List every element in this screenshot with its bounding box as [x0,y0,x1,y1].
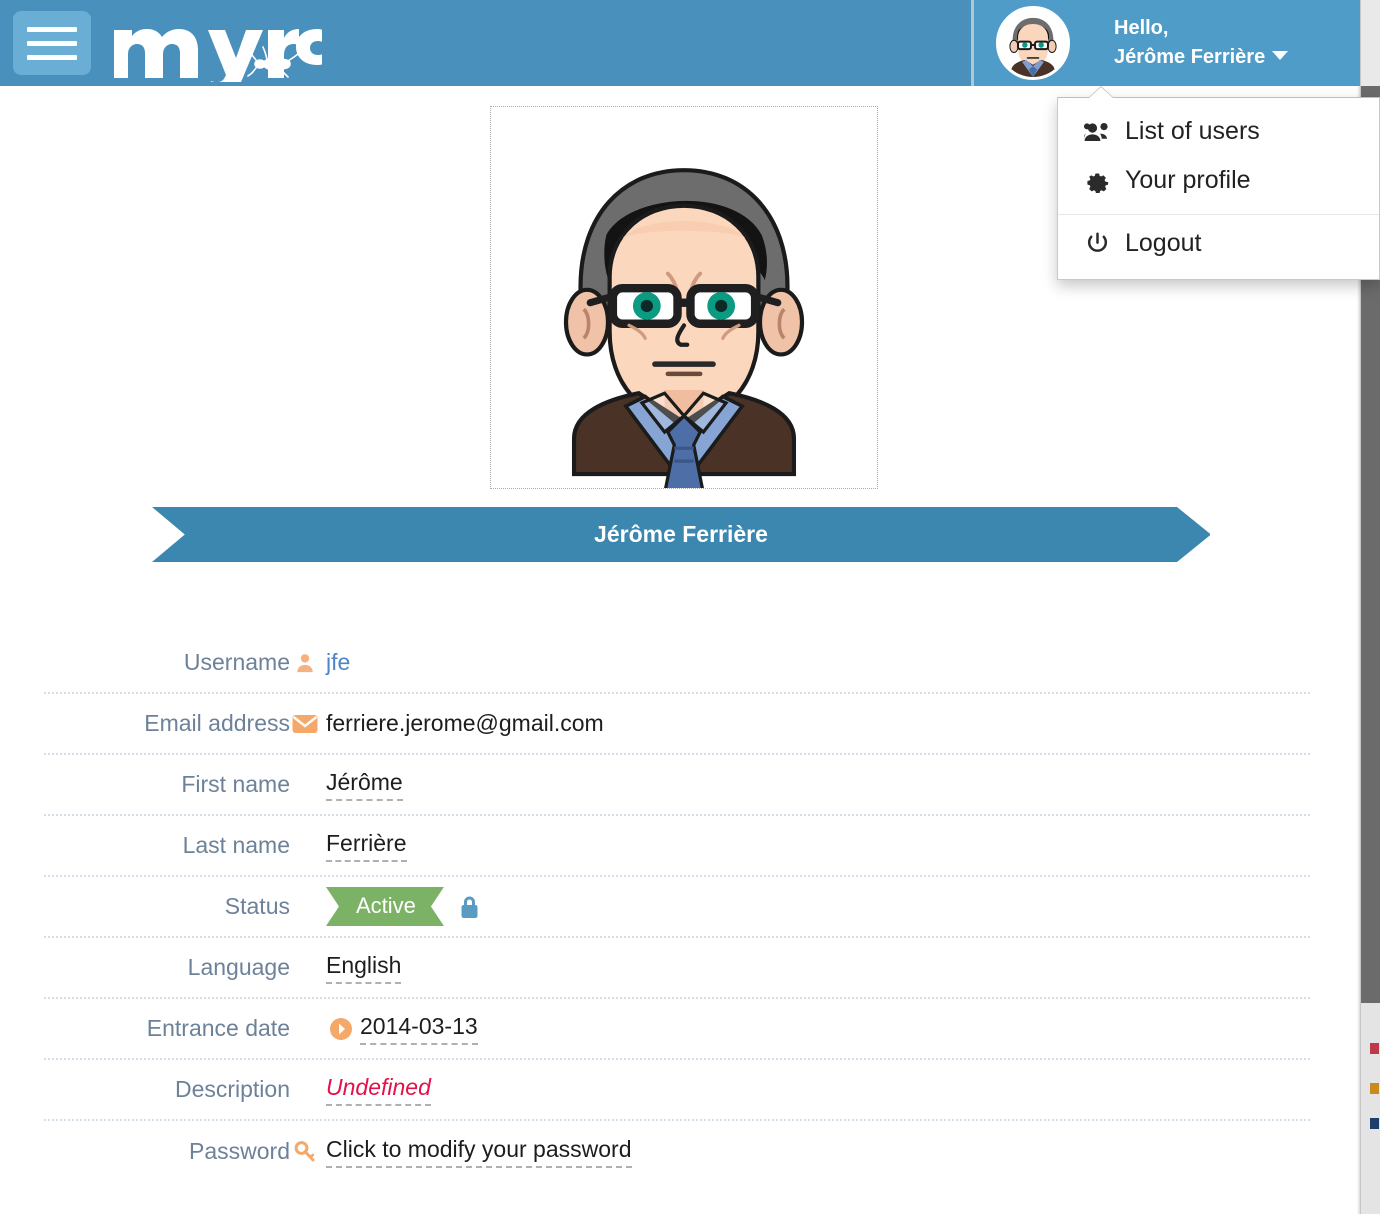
user-name-text: Jérôme Ferrière [1114,46,1266,68]
table-row: Last name Ferrière [44,816,1310,877]
field-label: Status [224,893,290,919]
arrow-circle-right-icon [326,1017,356,1041]
table-row: Status Active [44,877,1310,938]
field-value[interactable]: ferriere.jerome@gmail.com [320,710,604,737]
user-dropdown-menu[interactable]: List of users Your profile Logout [1057,86,1380,280]
language-value[interactable]: English [326,952,402,984]
first-name-value[interactable]: Jérôme [326,769,403,801]
page-root: Hello, Jérôme Ferrière List of users You… [0,0,1380,1214]
users-icon [1084,118,1111,145]
avatar [996,6,1070,80]
user-menu-button[interactable]: Hello, Jérôme Ferrière [974,0,1367,86]
envelope-icon [290,714,320,734]
user-icon [290,652,320,674]
menu-item-label: Logout [1125,229,1202,257]
app-header: Hello, Jérôme Ferrière [0,0,1367,86]
menu-item-label: Your profile [1125,166,1251,194]
field-value[interactable]: Jérôme [320,769,403,801]
profile-details-table: Username jfe Email address ferriere.jero… [44,633,1310,1182]
scrollbar-track-top [1361,0,1380,86]
field-value[interactable]: Ferrière [320,830,407,862]
field-value: Active [320,887,481,926]
field-value[interactable]: Click to modify your password [320,1136,632,1168]
greeting-text: Hello, [1114,17,1169,39]
field-label: Password [189,1138,290,1164]
field-value[interactable]: Undefined [320,1074,431,1106]
profile-name-text: Jérôme Ferrière [594,521,768,547]
field-label: Email address [144,710,290,736]
hamburger-bar [27,40,77,46]
field-value[interactable]: jfe [320,649,350,676]
table-row: First name Jérôme [44,755,1310,816]
field-label: Username [183,649,290,675]
dropdown-caret-inner-icon [1089,87,1113,98]
table-row: Username jfe [44,633,1310,694]
table-row: Password Click to modify your password [44,1121,1310,1182]
user-greeting: Hello, Jérôme Ferrière [1114,14,1364,72]
hamburger-menu-icon[interactable] [13,11,91,75]
username-link[interactable]: jfe [326,649,350,676]
table-row: Description Undefined [44,1060,1310,1121]
field-value[interactable]: 2014-03-13 [320,1013,478,1045]
last-name-value[interactable]: Ferrière [326,830,407,862]
scrollbar-mark [1370,1083,1379,1094]
table-row: Email address ferriere.jerome@gmail.com [44,694,1310,755]
gear-icon [1084,167,1111,194]
hamburger-bar [27,26,77,32]
table-row: Language English [44,938,1310,999]
menu-item-label: List of users [1125,117,1260,145]
field-label: First name [181,771,290,797]
status-badge[interactable]: Active [326,887,444,926]
menu-item-your-profile[interactable]: Your profile [1058,156,1379,205]
hamburger-bar [27,54,77,60]
scrollbar-mark [1370,1043,1379,1054]
description-value[interactable]: Undefined [326,1074,431,1106]
scrollbar-mark [1370,1118,1379,1129]
email-text[interactable]: ferriere.jerome@gmail.com [326,710,604,737]
key-icon [290,1140,320,1164]
power-icon [1084,230,1111,257]
table-row: Entrance date 2014-03-13 [44,999,1310,1060]
field-value[interactable]: English [320,952,402,984]
menu-item-list-of-users[interactable]: List of users [1058,107,1379,156]
field-label: Description [174,1076,290,1102]
menu-item-logout[interactable]: Logout [1058,219,1379,268]
lock-icon[interactable] [458,894,481,920]
chevron-down-icon[interactable] [1272,51,1289,60]
field-label: Language [187,954,290,980]
password-modify-link[interactable]: Click to modify your password [326,1136,632,1168]
profile-photo[interactable] [490,106,878,489]
field-label: Last name [182,832,290,858]
brand-logo[interactable] [112,6,322,82]
field-label: Entrance date [146,1015,290,1041]
entrance-date-value[interactable]: 2014-03-13 [360,1013,478,1045]
menu-divider [1058,214,1379,215]
profile-name-banner: Jérôme Ferrière [152,507,1210,562]
